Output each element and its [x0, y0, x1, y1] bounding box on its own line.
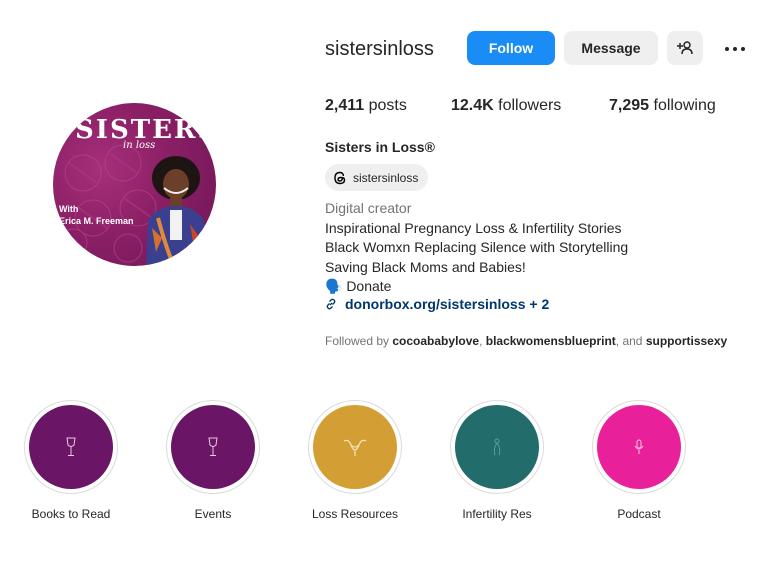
posts-label: posts	[368, 97, 407, 114]
followed-by: Followed by cocoababylove, blackwomensbl…	[325, 334, 728, 348]
threads-icon	[334, 171, 346, 184]
highlight-label: Events	[194, 507, 232, 521]
followed-by-user[interactable]: blackwomensblueprint	[486, 334, 616, 348]
bio-line: Inspirational Pregnancy Loss & Infertili…	[325, 220, 622, 236]
avatar-with-text: With	[59, 204, 79, 214]
followers-label: followers	[498, 97, 562, 114]
followed-by-and: and	[622, 334, 643, 348]
wine-glass-icon	[66, 437, 76, 456]
avatar-image: SISTERS in loss With Erica M. Freeman	[53, 103, 216, 266]
threads-badge[interactable]: sistersinloss	[325, 164, 429, 191]
bio-donate: 🗣️ Donate	[325, 278, 392, 294]
profile-category: Digital creator	[325, 200, 412, 216]
highlight-books-to-read[interactable]: Books to Read	[11, 400, 131, 521]
highlight-podcast[interactable]: Podcast	[579, 400, 699, 521]
following-value: 7,295	[609, 97, 650, 114]
more-options-icon-dot	[741, 47, 745, 51]
highlight-infertility-res[interactable]: Infertility Res	[437, 400, 557, 521]
profile-username: sistersinloss	[325, 38, 434, 60]
highlight-cover	[29, 405, 113, 489]
highlight-loss-resources[interactable]: Loss Resources	[295, 400, 415, 521]
more-options-icon	[725, 47, 729, 51]
profile-avatar[interactable]: SISTERS in loss With Erica M. Freeman	[53, 103, 216, 266]
figure-icon	[493, 438, 501, 456]
bio-link-text: donorbox.org/sistersinloss	[345, 296, 526, 312]
add-user-icon	[677, 41, 693, 55]
followed-by-prefix: Followed by	[325, 334, 390, 348]
followers-link[interactable]: 12.4K followers	[451, 97, 561, 115]
avatar-host-name: Erica M. Freeman	[59, 216, 134, 226]
highlight-ring[interactable]	[166, 400, 260, 494]
highlight-label: Podcast	[617, 507, 661, 521]
more-options-icon-dot	[733, 47, 737, 51]
link-icon	[326, 298, 336, 310]
bio-line: Saving Black Moms and Babies!	[325, 259, 526, 275]
followed-by-user[interactable]: cocoababylove	[392, 334, 479, 348]
following-label: following	[653, 97, 716, 114]
highlight-events[interactable]: Events	[153, 400, 273, 521]
posts-count: 2,411 posts	[325, 97, 407, 115]
posts-value: 2,411	[325, 97, 365, 114]
highlight-cover	[313, 405, 397, 489]
highlight-cover	[597, 405, 681, 489]
highlight-label: Books to Read	[31, 507, 111, 521]
bio-line: Black Womxn Replacing Silence with Story…	[325, 239, 629, 255]
highlight-ring[interactable]	[24, 400, 118, 494]
followers-value: 12.4K	[451, 97, 494, 114]
followed-by-user[interactable]: supportissexy	[646, 334, 727, 348]
highlight-label: Loss Resources	[311, 507, 399, 521]
more-options-button[interactable]	[720, 36, 750, 62]
threads-handle: sistersinloss	[353, 170, 419, 185]
highlight-ring[interactable]	[308, 400, 402, 494]
highlight-cover	[171, 405, 255, 489]
highlight-ring[interactable]	[592, 400, 686, 494]
following-link[interactable]: 7,295 following	[609, 97, 716, 115]
highlight-ring[interactable]	[450, 400, 544, 494]
bio-link[interactable]: donorbox.org/sistersinloss + 2	[325, 296, 549, 312]
wine-glass-icon	[208, 437, 218, 456]
highlight-cover	[455, 405, 539, 489]
avatar-person-illustration	[146, 156, 208, 266]
microphone-icon	[634, 439, 644, 454]
uterus-icon	[343, 439, 367, 456]
message-button[interactable]: Message	[564, 31, 658, 65]
profile-full-name: Sisters in Loss®	[325, 139, 435, 155]
add-user-button[interactable]	[667, 31, 703, 65]
bio-link-more: + 2	[529, 296, 550, 312]
follow-button[interactable]: Follow	[467, 31, 555, 65]
highlight-label: Infertility Res	[462, 507, 532, 521]
